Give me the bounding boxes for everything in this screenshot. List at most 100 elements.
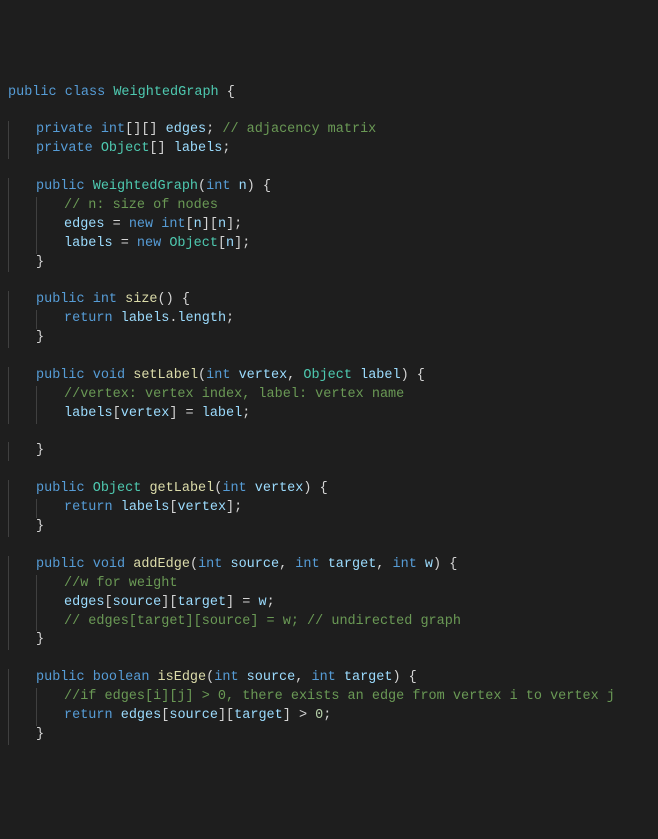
code-token: // edges[target][source] = w; // undirec… xyxy=(64,614,461,629)
code-line[interactable]: } xyxy=(8,726,658,745)
code-line[interactable]: // n: size of nodes xyxy=(8,197,658,216)
code-token: ( xyxy=(190,557,198,572)
code-token: ][ xyxy=(161,595,177,610)
code-token: [ xyxy=(113,406,121,421)
code-token: int xyxy=(161,217,185,232)
code-token: class xyxy=(65,85,114,100)
code-token: target xyxy=(234,708,283,723)
code-token: return xyxy=(64,311,121,326)
code-token: isEdge xyxy=(158,670,207,685)
code-line[interactable]: //if edges[i][j] > 0, there exists an ed… xyxy=(8,688,658,707)
code-token: [] xyxy=(149,141,173,156)
code-editor[interactable]: public class WeightedGraph {private int[… xyxy=(8,84,658,745)
code-token: n xyxy=(239,179,247,194)
code-token: } xyxy=(36,255,44,270)
code-token: } xyxy=(36,443,44,458)
code-token: } xyxy=(36,727,44,742)
code-token: = xyxy=(105,217,129,232)
code-token: labels xyxy=(121,500,170,515)
code-line[interactable]: } xyxy=(8,254,658,273)
code-line[interactable]: edges = new int[n][n]; xyxy=(8,216,658,235)
code-token: , xyxy=(295,670,311,685)
code-token: return xyxy=(64,708,121,723)
code-token: ; xyxy=(242,406,250,421)
code-token: ][ xyxy=(218,708,234,723)
code-line[interactable]: edges[source][target] = w; xyxy=(8,594,658,613)
code-token: w xyxy=(258,595,266,610)
code-token: public xyxy=(36,292,93,307)
code-token: int xyxy=(206,179,238,194)
code-line[interactable]: //w for weight xyxy=(8,575,658,594)
code-line[interactable] xyxy=(8,159,658,178)
code-token: [ xyxy=(186,217,194,232)
code-token: private xyxy=(36,122,101,137)
code-line[interactable] xyxy=(8,348,658,367)
code-line[interactable]: public class WeightedGraph { xyxy=(8,84,658,103)
code-token: ( xyxy=(206,670,214,685)
code-token: ; xyxy=(226,311,234,326)
code-token: int xyxy=(206,368,238,383)
code-token: int xyxy=(222,481,254,496)
code-token: source xyxy=(113,595,162,610)
code-line[interactable]: public WeightedGraph(int n) { xyxy=(8,178,658,197)
code-line[interactable]: private Object[] labels; xyxy=(8,140,658,159)
code-token: label xyxy=(202,406,243,421)
code-token: } xyxy=(36,330,44,345)
code-line[interactable]: public void addEdge(int source, int targ… xyxy=(8,556,658,575)
code-token: w xyxy=(425,557,433,572)
code-token: Object xyxy=(303,368,360,383)
code-line[interactable] xyxy=(8,102,658,121)
code-token: size xyxy=(125,292,157,307)
code-line[interactable]: } xyxy=(8,518,658,537)
code-token: ( xyxy=(198,179,206,194)
code-line[interactable] xyxy=(8,537,658,556)
code-token: source xyxy=(169,708,218,723)
code-line[interactable] xyxy=(8,272,658,291)
code-token: int xyxy=(214,670,246,685)
code-token: , xyxy=(287,368,303,383)
code-token: public xyxy=(8,85,65,100)
code-token: edges xyxy=(166,122,207,137)
code-token: void xyxy=(93,368,134,383)
code-token: vertex xyxy=(239,368,288,383)
code-token: ; xyxy=(267,595,275,610)
code-token: labels xyxy=(121,311,170,326)
code-token: int xyxy=(295,557,327,572)
code-line[interactable]: // edges[target][source] = w; // undirec… xyxy=(8,613,658,632)
code-line[interactable]: return labels[vertex]; xyxy=(8,499,658,518)
code-line[interactable]: } xyxy=(8,442,658,461)
code-token: ]; xyxy=(226,217,242,232)
code-token: int xyxy=(311,670,343,685)
code-line[interactable] xyxy=(8,650,658,669)
code-token: label xyxy=(360,368,401,383)
code-token: , xyxy=(279,557,295,572)
code-token: ( xyxy=(198,368,206,383)
code-token: ) { xyxy=(247,179,271,194)
code-token: boolean xyxy=(93,670,158,685)
code-token: target xyxy=(177,595,226,610)
code-token: target xyxy=(328,557,377,572)
code-line[interactable]: } xyxy=(8,631,658,650)
code-line[interactable]: return labels.length; xyxy=(8,310,658,329)
code-line[interactable]: //vertex: vertex index, label: vertex na… xyxy=(8,386,658,405)
code-token: ] = xyxy=(169,406,201,421)
code-line[interactable]: public int size() { xyxy=(8,291,658,310)
code-line[interactable]: public Object getLabel(int vertex) { xyxy=(8,480,658,499)
code-line[interactable]: private int[][] edges; // adjacency matr… xyxy=(8,121,658,140)
code-token: new xyxy=(129,217,161,232)
code-token: new xyxy=(137,236,169,251)
code-token: edges xyxy=(64,217,105,232)
code-line[interactable]: public void setLabel(int vertex, Object … xyxy=(8,367,658,386)
code-line[interactable]: labels = new Object[n]; xyxy=(8,235,658,254)
code-line[interactable]: return edges[source][target] > 0; xyxy=(8,707,658,726)
code-line[interactable] xyxy=(8,424,658,443)
code-line[interactable] xyxy=(8,461,658,480)
code-line[interactable]: } xyxy=(8,329,658,348)
code-token: ) { xyxy=(433,557,457,572)
code-token: int xyxy=(101,122,125,137)
code-line[interactable]: public boolean isEdge(int source, int ta… xyxy=(8,669,658,688)
code-token: // adjacency matrix xyxy=(222,122,376,137)
code-line[interactable]: labels[vertex] = label; xyxy=(8,405,658,424)
code-token: , xyxy=(376,557,392,572)
code-token: [ xyxy=(218,236,226,251)
